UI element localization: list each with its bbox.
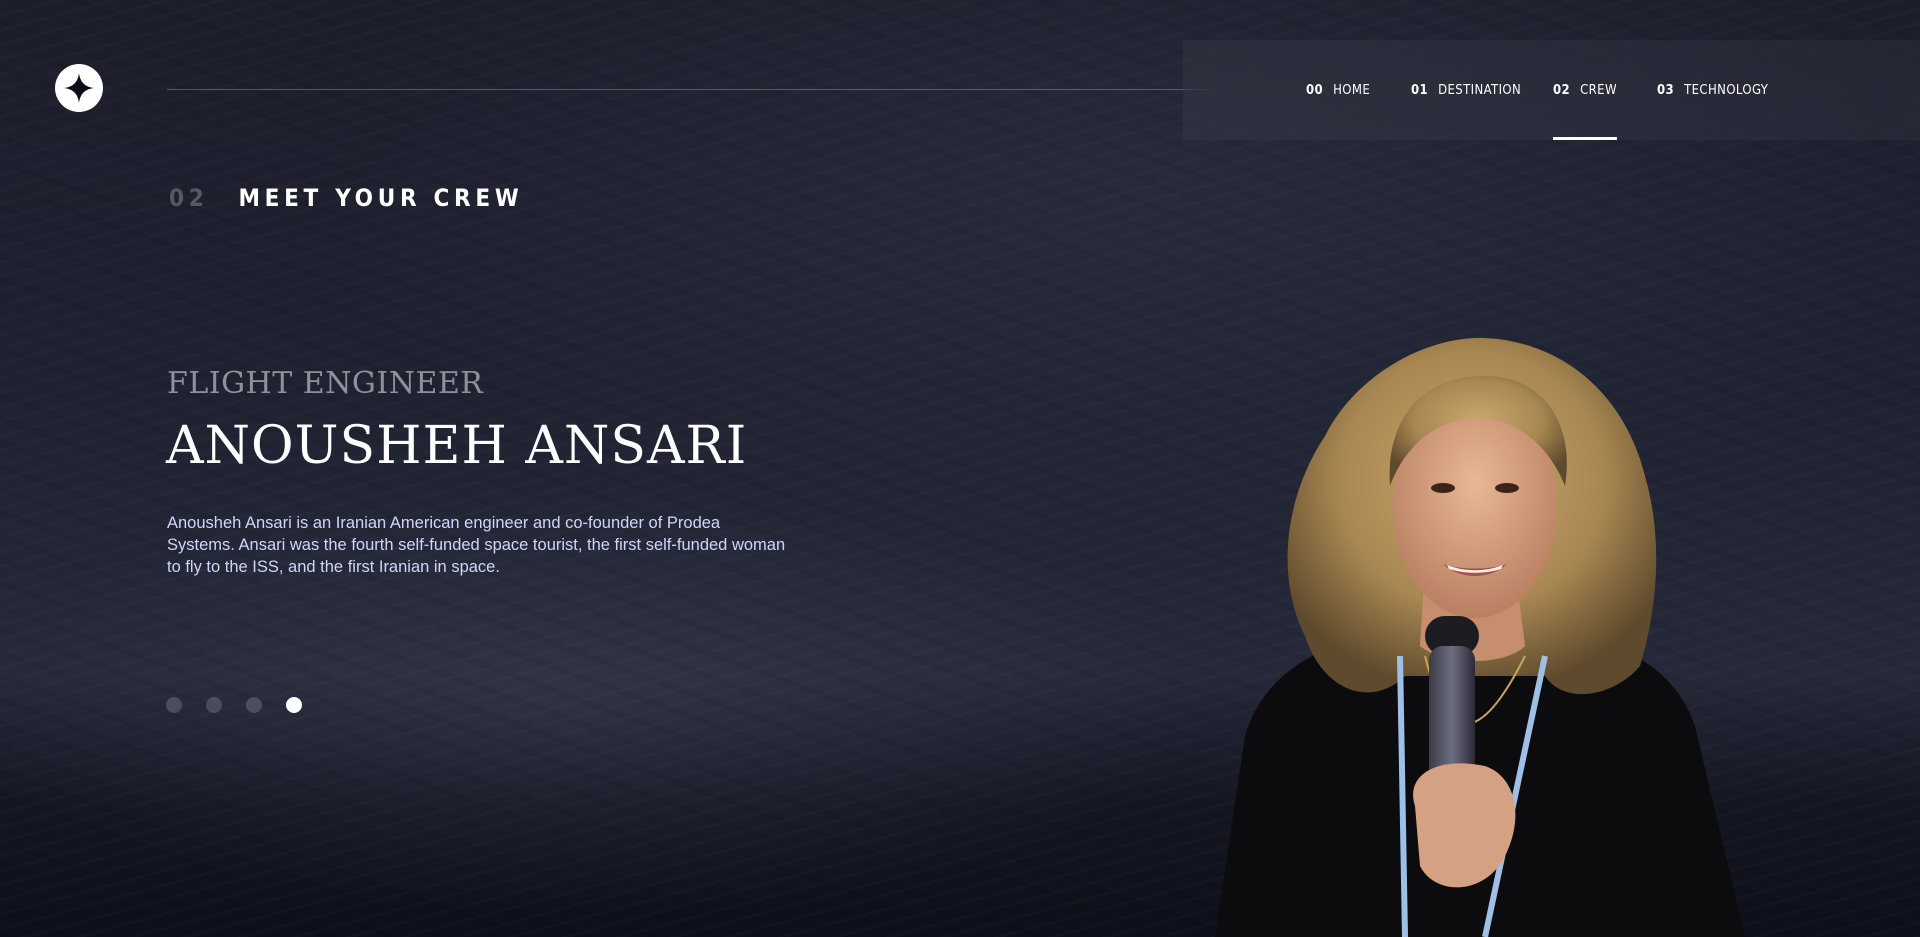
nav-item-number: 02 [1553, 82, 1571, 98]
nav-item-technology[interactable]: 03 TECHNOLOGY [1657, 40, 1768, 140]
nav-item-label: CREW [1580, 82, 1617, 98]
slider-dot-1[interactable] [166, 697, 182, 713]
crew-portrait-image [1215, 337, 1745, 937]
nav-item-label: HOME [1333, 82, 1371, 98]
nav-item-number: 00 [1306, 82, 1324, 98]
slider-dot-2[interactable] [206, 697, 222, 713]
logo-icon[interactable] [55, 64, 103, 112]
page-title: 02 MEET YOUR CREW [169, 184, 523, 212]
crew-slider-dots [166, 697, 302, 713]
slider-dot-4[interactable] [286, 697, 302, 713]
primary-nav: 00 HOME 01 DESTINATION 02 CREW 03 TECHNO… [1183, 40, 1920, 140]
nav-item-destination[interactable]: 01 DESTINATION [1411, 40, 1521, 140]
star-logo-icon [64, 73, 94, 103]
crew-name: ANOUSHEH ANSARI [166, 416, 748, 476]
page-title-number: 02 [169, 184, 209, 212]
nav-item-number: 01 [1411, 82, 1429, 98]
crew-role: FLIGHT ENGINEER [167, 366, 484, 401]
header-divider [167, 89, 1255, 90]
nav-item-number: 03 [1657, 82, 1675, 98]
nav-item-label: TECHNOLOGY [1684, 82, 1769, 98]
page-title-text: MEET YOUR CREW [238, 184, 524, 212]
nav-item-crew[interactable]: 02 CREW [1553, 40, 1617, 140]
slider-dot-3[interactable] [246, 697, 262, 713]
crew-bio: Anousheh Ansari is an Iranian American e… [167, 514, 786, 576]
crew-page: 00 HOME 01 DESTINATION 02 CREW 03 TECHNO… [0, 0, 1920, 937]
nav-item-home[interactable]: 00 HOME [1306, 40, 1370, 140]
nav-item-label: DESTINATION [1438, 82, 1522, 98]
